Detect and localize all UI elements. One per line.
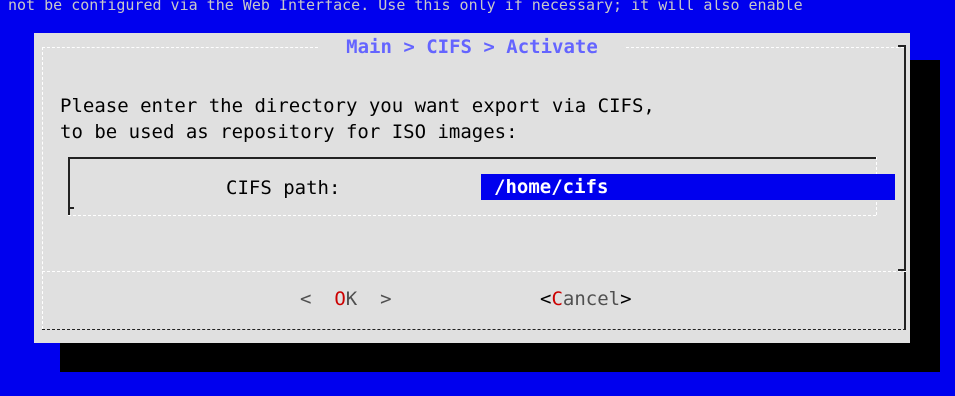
form-border-bottom (68, 215, 876, 216)
dialog-title: Main > CIFS > Activate (318, 35, 626, 59)
dialog-prompt: Please enter the directory you want expo… (60, 93, 655, 145)
ok-hotkey: O (334, 288, 346, 310)
frame-corner (898, 45, 906, 53)
frame-bottom (42, 329, 906, 330)
frame-top-left (42, 47, 318, 48)
frame-top-right (626, 47, 904, 48)
prompt-line-1: Please enter the directory you want expo… (60, 95, 655, 117)
cifs-path-input[interactable] (481, 174, 895, 200)
prompt-line-2: to be used as repository for ISO images: (60, 121, 518, 143)
background-text: not be configured via the Web Interface.… (0, 0, 955, 18)
cifs-path-label: CIFS path: (226, 177, 341, 199)
ok-button[interactable]: < OK > (300, 286, 392, 312)
form-border-top (68, 157, 876, 159)
cancel-hotkey: C (551, 288, 563, 310)
separator-corner (898, 269, 906, 271)
cancel-button[interactable]: <Cancel> (540, 286, 632, 312)
frame-left (42, 47, 43, 329)
frame-right (904, 47, 906, 329)
activate-dialog: Main > CIFS > Activate Please enter the … (34, 33, 910, 343)
form-border-tick (68, 207, 74, 209)
button-separator (42, 271, 906, 272)
